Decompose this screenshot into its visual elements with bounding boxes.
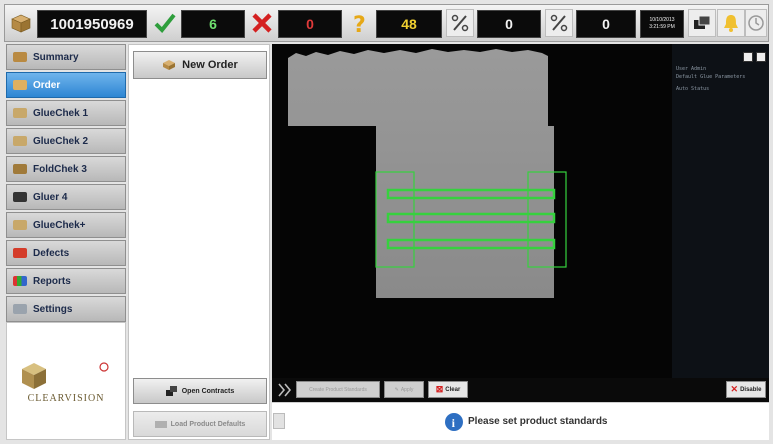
box-icon <box>163 60 176 70</box>
nav-item-label: Summary <box>33 51 79 63</box>
box-product-icon <box>7 9 35 37</box>
pencil-icon: ✎ <box>394 386 399 393</box>
clear-x-icon: ⊠ <box>435 384 444 394</box>
percent-a-display: 0 <box>477 10 541 38</box>
clear-label: Clear <box>445 386 461 393</box>
glue-tray-icon <box>13 136 27 146</box>
camera-side-panel: User Admin Default Glue Parameters Auto … <box>672 44 769 378</box>
unknown-count-display: 48 <box>376 10 442 38</box>
nav-item-label: Order <box>33 79 61 91</box>
nav-item-defects[interactable]: Defects <box>6 240 126 266</box>
nav-item-label: FoldChek 3 <box>33 163 87 175</box>
new-order-button[interactable]: New Order <box>133 51 267 79</box>
glue-tray-icon <box>13 220 27 230</box>
station-nav: Summary Order GlueChek 1 GlueChek 2 Fold… <box>6 44 126 322</box>
gluer-machine-icon <box>13 192 27 202</box>
box-icon <box>13 52 27 62</box>
side-panel-text: Default Glue Parameters <box>676 74 746 80</box>
minimize-view-icon[interactable] <box>743 52 753 62</box>
fold-icon <box>13 164 27 174</box>
apply-label: Apply <box>400 386 414 393</box>
nav-item-label: Defects <box>33 247 70 259</box>
nav-item-label: GlueChek+ <box>33 219 86 231</box>
stack-layers-button[interactable] <box>688 9 716 37</box>
load-product-defaults-button[interactable]: Load Product Defaults <box>133 411 267 437</box>
apply-button[interactable]: ✎ Apply <box>384 381 424 398</box>
nav-item-label: GlueChek 2 <box>33 135 89 147</box>
time-text: 3:21:59 PM <box>649 24 675 30</box>
stack-icon <box>165 386 177 396</box>
nav-item-label: Settings <box>33 303 73 315</box>
nav-item-gluer-4[interactable]: Gluer 4 <box>6 184 126 210</box>
nav-item-order[interactable]: Order <box>6 72 126 98</box>
percent-icon <box>446 9 474 37</box>
camera-control-strip: Create Product Standards ✎ Apply ⊠ Clear… <box>272 378 769 402</box>
load-product-defaults-label: Load Product Defaults <box>170 420 246 428</box>
disable-x-icon: ✕ <box>730 384 739 394</box>
top-toolbar: 1001950969 6 0 ? 48 0 0 10/10/2013 3:21:… <box>4 4 769 42</box>
load-icon <box>154 421 167 428</box>
nav-item-label: Gluer 4 <box>33 191 68 203</box>
alarm-bell-icon[interactable] <box>717 9 745 37</box>
settings-sheet-icon <box>13 304 27 314</box>
bar-chart-icon <box>13 276 27 286</box>
brand-name: CLEARVISION <box>27 392 105 404</box>
nav-item-foldchek-3[interactable]: FoldChek 3 <box>6 156 126 182</box>
open-contracts-button[interactable]: Open Contracts <box>133 378 267 404</box>
clear-button[interactable]: ⊠ Clear <box>428 381 468 398</box>
nav-item-gluechek-plus[interactable]: GlueChek+ <box>6 212 126 238</box>
percent-rate-icon <box>545 9 573 37</box>
datetime-display: 10/10/2013 3:21:59 PM <box>640 10 684 38</box>
svg-text:?: ? <box>353 13 366 35</box>
side-panel-text: User Admin <box>676 66 707 72</box>
question-mark-icon: ? <box>346 9 374 37</box>
nav-item-label: GlueChek 1 <box>33 107 89 119</box>
percent-b-display: 0 <box>576 10 636 38</box>
nav-item-gluechek-1[interactable]: GlueChek 1 <box>6 100 126 126</box>
clock-icon[interactable] <box>745 9 767 37</box>
order-panel: New Order Open Contracts Load Product De… <box>128 44 270 440</box>
status-side-tab[interactable] <box>273 413 285 429</box>
nav-item-gluechek-2[interactable]: GlueChek 2 <box>6 128 126 154</box>
open-contracts-label: Open Contracts <box>181 387 235 395</box>
checkmark-icon <box>151 9 179 37</box>
side-panel-text: Auto Status <box>676 86 710 92</box>
expand-view-icon[interactable] <box>756 52 766 62</box>
good-count-display: 6 <box>181 10 245 38</box>
create-standards-label: Create Product Standards <box>309 386 367 393</box>
camera-view[interactable]: User Admin Default Glue Parameters Auto … <box>272 44 769 378</box>
glue-tray-icon <box>13 108 27 118</box>
brand-logo-panel: CLEARVISION <box>6 322 126 440</box>
nav-item-settings[interactable]: Settings <box>6 296 126 322</box>
date-text: 10/10/2013 <box>649 17 675 23</box>
carton-blank <box>288 49 554 298</box>
order-number-display: 1001950969 <box>37 10 147 38</box>
defect-icon <box>13 248 27 258</box>
new-order-label: New Order <box>182 59 238 71</box>
create-standards-button[interactable]: Create Product Standards <box>296 381 380 398</box>
status-bar: i Please set product standards <box>272 402 769 440</box>
status-message: Please set product standards <box>468 416 608 427</box>
nav-item-label: Reports <box>33 275 71 287</box>
box-icon <box>13 80 27 90</box>
info-icon: i <box>445 413 463 431</box>
reject-count-display: 0 <box>278 10 342 38</box>
clearvision-logo-icon <box>22 361 109 389</box>
reject-x-icon <box>248 9 276 37</box>
disable-button[interactable]: ✕ Disable <box>726 381 766 398</box>
disable-label: Disable <box>740 386 762 393</box>
double-chevron-right-icon[interactable] <box>277 382 293 398</box>
nav-item-summary[interactable]: Summary <box>6 44 126 70</box>
nav-item-reports[interactable]: Reports <box>6 268 126 294</box>
